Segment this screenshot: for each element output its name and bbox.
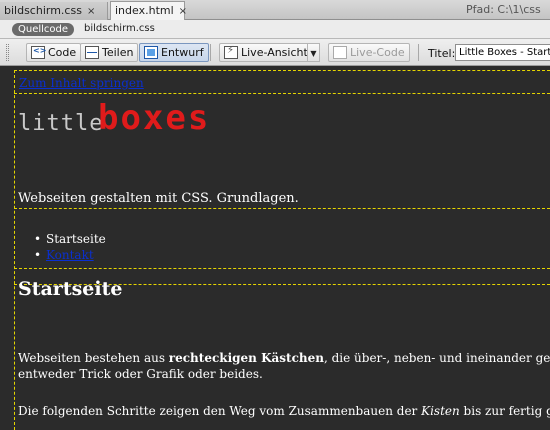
nav-item-kontakt[interactable]: Kontakt	[34, 247, 106, 263]
document-title-label: Titel:	[428, 47, 456, 60]
content-paragraph-2: Die folgenden Schritte zeigen den Weg vo…	[18, 403, 550, 419]
tab-bildschirm-css[interactable]: bildschirm.css ×	[0, 2, 108, 20]
code-view-label: Code	[48, 46, 77, 59]
live-code-label: Live-Code	[350, 46, 405, 59]
div-guide-line	[14, 268, 550, 269]
related-file-link[interactable]: bildschirm.css	[84, 23, 155, 34]
close-tab-icon[interactable]: ×	[179, 6, 187, 17]
split-view-icon	[85, 46, 99, 59]
toolbar-separator	[210, 44, 211, 61]
content-paragraph-1: Webseiten bestehen aus rechteckigen Käst…	[18, 350, 550, 366]
logo-text-little: little	[18, 111, 104, 136]
main-navigation: Startseite Kontakt	[34, 231, 106, 263]
live-code-button[interactable]: Live-Code	[328, 43, 410, 62]
split-view-button[interactable]: Teilen	[80, 43, 139, 62]
skip-to-content-link[interactable]: Zum Inhalt springen	[19, 76, 144, 90]
live-code-icon	[333, 46, 347, 59]
text-run: Die folgenden Schritte zeigen den Weg vo…	[18, 404, 422, 418]
live-view-dropdown-arrow-icon[interactable]: ▼	[307, 43, 320, 62]
live-view-icon	[224, 45, 238, 59]
div-guide-line	[14, 208, 550, 209]
design-view-canvas[interactable]: Zum Inhalt springen little boxes Webseit…	[0, 66, 550, 430]
related-files-bar: Quellcode bildschirm.css	[0, 20, 550, 39]
nav-link-kontakt[interactable]: Kontakt	[46, 248, 94, 262]
page-heading: Startseite	[18, 278, 123, 300]
close-tab-icon[interactable]: ×	[87, 6, 95, 17]
div-guide-line	[14, 70, 550, 71]
text-run: Webseiten bestehen aus	[18, 351, 169, 365]
logo-text-boxes: boxes	[98, 98, 211, 138]
little-boxes-logo: little boxes	[18, 98, 258, 138]
text-run: bis zur fertig ge	[463, 404, 550, 418]
document-tab-bar: bildschirm.css × index.html × Pfad: C:\1\c…	[0, 0, 550, 21]
text-run-bold: rechteckigen Kästchen	[168, 351, 324, 365]
live-view-label: Live-Ansicht	[241, 46, 308, 59]
text-run-italic: Kisten	[421, 404, 460, 418]
split-view-label: Teilen	[102, 46, 134, 59]
live-view-button[interactable]: Live-Ansicht	[219, 43, 313, 62]
design-view-icon	[144, 46, 158, 59]
nav-item-startseite: Startseite	[34, 231, 106, 247]
design-view-label: Entwurf	[161, 46, 204, 59]
design-view-button[interactable]: Entwurf	[139, 43, 209, 62]
toolbar-grip[interactable]	[6, 44, 9, 61]
div-guide-line	[14, 70, 15, 430]
site-tagline: Webseiten gestalten mit CSS. Grundlagen.	[18, 191, 299, 206]
document-title-input[interactable]: Little Boxes - Start	[455, 44, 550, 61]
tab-index-html[interactable]: index.html ×	[110, 1, 187, 21]
toolbar-separator	[418, 44, 419, 61]
code-view-icon	[31, 46, 46, 59]
source-code-button[interactable]: Quellcode	[12, 23, 75, 36]
content-paragraph-1-line-2: entweder Trick oder Grafik oder beides.	[18, 367, 263, 381]
tab-label: index.html	[115, 4, 174, 17]
div-guide-line	[14, 93, 550, 94]
tab-label: bildschirm.css	[4, 4, 82, 17]
text-run: , die über-, neben- und ineinander gest	[323, 351, 550, 365]
file-path-label: Pfad: C:\1\css	[466, 3, 541, 16]
code-view-button[interactable]: Code	[26, 43, 82, 62]
document-toolbar: Code Teilen Entwurf Live-Ansicht ▼ Live-…	[0, 39, 550, 66]
